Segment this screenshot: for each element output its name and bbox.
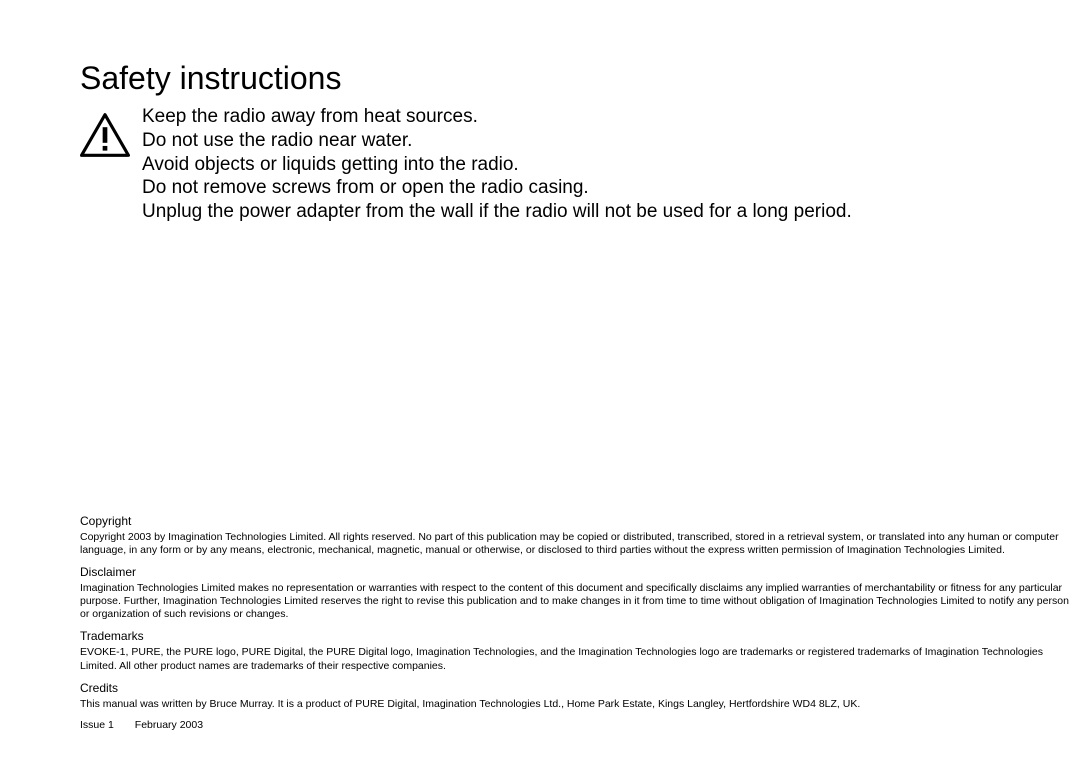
credits-heading: Credits	[80, 681, 1080, 696]
legal-section: Copyright Copyright 2003 by Imagination …	[80, 514, 1080, 732]
disclaimer-text: Imagination Technologies Limited makes n…	[80, 582, 1080, 621]
warning-line: Do not remove screws from or open the ra…	[142, 176, 852, 200]
warning-triangle-icon	[80, 113, 130, 162]
document-page: Safety instructions Keep the radio away …	[0, 0, 1080, 762]
page-title: Safety instructions	[80, 60, 1080, 97]
trademarks-text: EVOKE-1, PURE, the PURE logo, PURE Digit…	[80, 646, 1080, 672]
warning-line: Avoid objects or liquids getting into th…	[142, 153, 852, 177]
warning-line: Unplug the power adapter from the wall i…	[142, 200, 852, 224]
trademarks-heading: Trademarks	[80, 629, 1080, 644]
warning-block: Keep the radio away from heat sources. D…	[80, 105, 1080, 224]
issue-date: February 2003	[135, 719, 203, 731]
copyright-text: Copyright 2003 by Imagination Technologi…	[80, 531, 1080, 557]
issue-number: Issue 1	[80, 719, 114, 731]
credits-text: This manual was written by Bruce Murray.…	[80, 698, 1080, 711]
warning-line: Keep the radio away from heat sources.	[142, 105, 852, 129]
issue-line: Issue 1 February 2003	[80, 719, 1080, 732]
copyright-heading: Copyright	[80, 514, 1080, 529]
warning-text: Keep the radio away from heat sources. D…	[142, 105, 852, 224]
warning-line: Do not use the radio near water.	[142, 129, 852, 153]
disclaimer-heading: Disclaimer	[80, 565, 1080, 580]
